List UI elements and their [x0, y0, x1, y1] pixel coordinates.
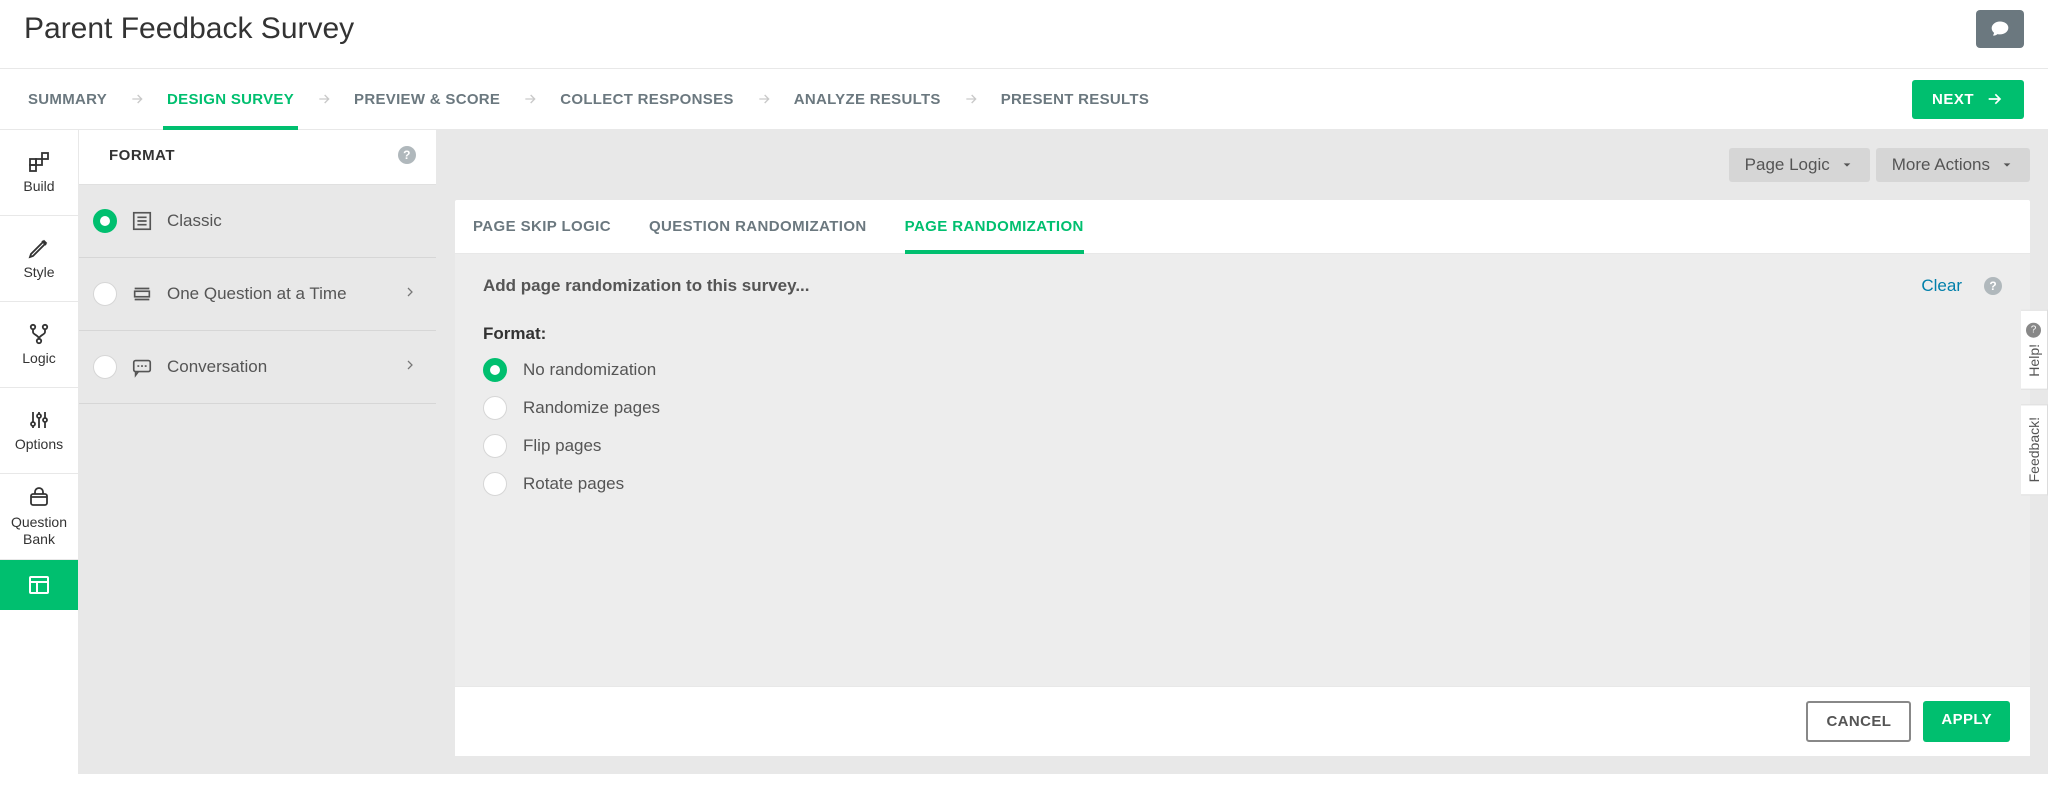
rail-build[interactable]: Build	[0, 130, 78, 216]
branch-icon	[27, 322, 51, 346]
help-side-tab[interactable]: Help! ?	[2021, 310, 2048, 390]
help-icon: ?	[2027, 323, 2042, 338]
card-footer: CANCEL APPLY	[455, 686, 2030, 756]
help-label: Help!	[2026, 344, 2042, 377]
rail-label: Build	[23, 178, 54, 194]
nav-tab-analyze[interactable]: ANALYZE RESULTS	[790, 69, 945, 129]
logic-body: Add page randomization to this survey...…	[455, 254, 2030, 686]
survey-title: Parent Feedback Survey	[24, 12, 354, 46]
logic-tab-skip[interactable]: PAGE SKIP LOGIC	[473, 200, 611, 253]
one-question-icon	[131, 283, 153, 305]
rail-label: Options	[15, 436, 63, 452]
primary-nav: SUMMARY DESIGN SURVEY PREVIEW & SCORE CO…	[0, 69, 2048, 130]
logic-tabs: PAGE SKIP LOGIC QUESTION RANDOMIZATION P…	[455, 200, 2030, 254]
format-option-label: One Question at a Time	[167, 284, 390, 304]
radio-icon	[483, 434, 507, 458]
radio-rotate-pages[interactable]: Rotate pages	[483, 472, 2002, 496]
rail-label: Logic	[22, 350, 55, 366]
radio-icon	[93, 209, 117, 233]
nav-tab-preview[interactable]: PREVIEW & SCORE	[350, 69, 504, 129]
layout-icon	[27, 573, 51, 597]
arrow-right-icon	[756, 91, 772, 107]
comment-button[interactable]	[1976, 10, 2024, 48]
chevron-right-icon	[404, 357, 416, 378]
classic-icon	[131, 210, 153, 232]
nav-tabs: SUMMARY DESIGN SURVEY PREVIEW & SCORE CO…	[24, 69, 1153, 129]
nav-tab-summary[interactable]: SUMMARY	[24, 69, 111, 129]
rail-question-bank[interactable]: Question Bank	[0, 474, 78, 560]
main-area: Build Style Logic Options Question Bank …	[0, 130, 2048, 774]
content-area: Page Logic More Actions PAGE SKIP LOGIC …	[437, 130, 2048, 774]
rail-style[interactable]: Style	[0, 216, 78, 302]
feedback-side-tab[interactable]: Feedback!	[2021, 404, 2048, 495]
radio-flip-pages[interactable]: Flip pages	[483, 434, 2002, 458]
logic-tab-page-random[interactable]: PAGE RANDOMIZATION	[905, 200, 1084, 253]
radio-label: Randomize pages	[523, 398, 660, 418]
page-logic-dropdown[interactable]: Page Logic	[1729, 148, 1870, 182]
rail-logic[interactable]: Logic	[0, 302, 78, 388]
format-panel-header: FORMAT ?	[79, 130, 436, 185]
format-option-label: Conversation	[167, 357, 390, 377]
nav-tab-collect[interactable]: COLLECT RESPONSES	[556, 69, 737, 129]
bank-icon	[27, 486, 51, 510]
conversation-icon	[131, 356, 153, 378]
logic-card: PAGE SKIP LOGIC QUESTION RANDOMIZATION P…	[455, 200, 2030, 756]
rail-options[interactable]: Options	[0, 388, 78, 474]
page-header: Parent Feedback Survey	[0, 0, 2048, 69]
logic-tab-question-random[interactable]: QUESTION RANDOMIZATION	[649, 200, 867, 253]
arrow-right-icon	[963, 91, 979, 107]
help-icon[interactable]: ?	[1984, 277, 2002, 295]
radio-icon	[483, 358, 507, 382]
arrow-right-icon	[1984, 91, 2004, 107]
format-option-label: Classic	[167, 211, 416, 231]
radio-icon	[93, 355, 117, 379]
feedback-label: Feedback!	[2026, 417, 2042, 482]
radio-label: No randomization	[523, 360, 656, 380]
chevron-right-icon	[404, 284, 416, 305]
logic-body-head: Add page randomization to this survey...…	[483, 276, 2002, 296]
radio-label: Flip pages	[523, 436, 601, 456]
radio-no-randomization[interactable]: No randomization	[483, 358, 2002, 382]
caret-down-icon	[1840, 160, 1854, 170]
format-panel: FORMAT ? Classic One Question at a Time …	[79, 130, 437, 774]
radio-icon	[483, 472, 507, 496]
rail-bottom-action[interactable]	[0, 560, 78, 610]
pencil-icon	[27, 236, 51, 260]
help-icon[interactable]: ?	[398, 146, 416, 164]
format-option-classic[interactable]: Classic	[79, 185, 436, 258]
arrow-right-icon	[522, 91, 538, 107]
page-logic-label: Page Logic	[1745, 155, 1830, 175]
radio-label: Rotate pages	[523, 474, 624, 494]
arrow-right-icon	[316, 91, 332, 107]
nav-tab-present[interactable]: PRESENT RESULTS	[997, 69, 1153, 129]
radio-randomize-pages[interactable]: Randomize pages	[483, 396, 2002, 420]
clear-link[interactable]: Clear	[1921, 276, 1962, 296]
radio-icon	[93, 282, 117, 306]
format-option-conversation[interactable]: Conversation	[79, 331, 436, 404]
format-option-one-question[interactable]: One Question at a Time	[79, 258, 436, 331]
caret-down-icon	[2000, 160, 2014, 170]
rail-label: Question Bank	[2, 514, 76, 546]
nav-tab-design[interactable]: DESIGN SURVEY	[163, 69, 298, 129]
radio-icon	[483, 396, 507, 420]
cancel-button[interactable]: CANCEL	[1806, 701, 1911, 742]
arrow-right-icon	[129, 91, 145, 107]
format-label: Format:	[483, 324, 2002, 344]
build-icon	[27, 150, 51, 174]
more-actions-label: More Actions	[1892, 155, 1990, 175]
left-rail: Build Style Logic Options Question Bank	[0, 130, 79, 774]
content-actions: Page Logic More Actions	[455, 148, 2030, 182]
rail-label: Style	[23, 264, 54, 280]
speech-bubble-icon	[1989, 19, 2011, 39]
next-button-label: NEXT	[1932, 91, 1974, 108]
more-actions-dropdown[interactable]: More Actions	[1876, 148, 2030, 182]
sliders-icon	[27, 408, 51, 432]
next-button[interactable]: NEXT	[1912, 80, 2024, 119]
apply-button[interactable]: APPLY	[1923, 701, 2010, 742]
format-heading: FORMAT	[109, 147, 175, 164]
logic-desc: Add page randomization to this survey...	[483, 276, 810, 296]
